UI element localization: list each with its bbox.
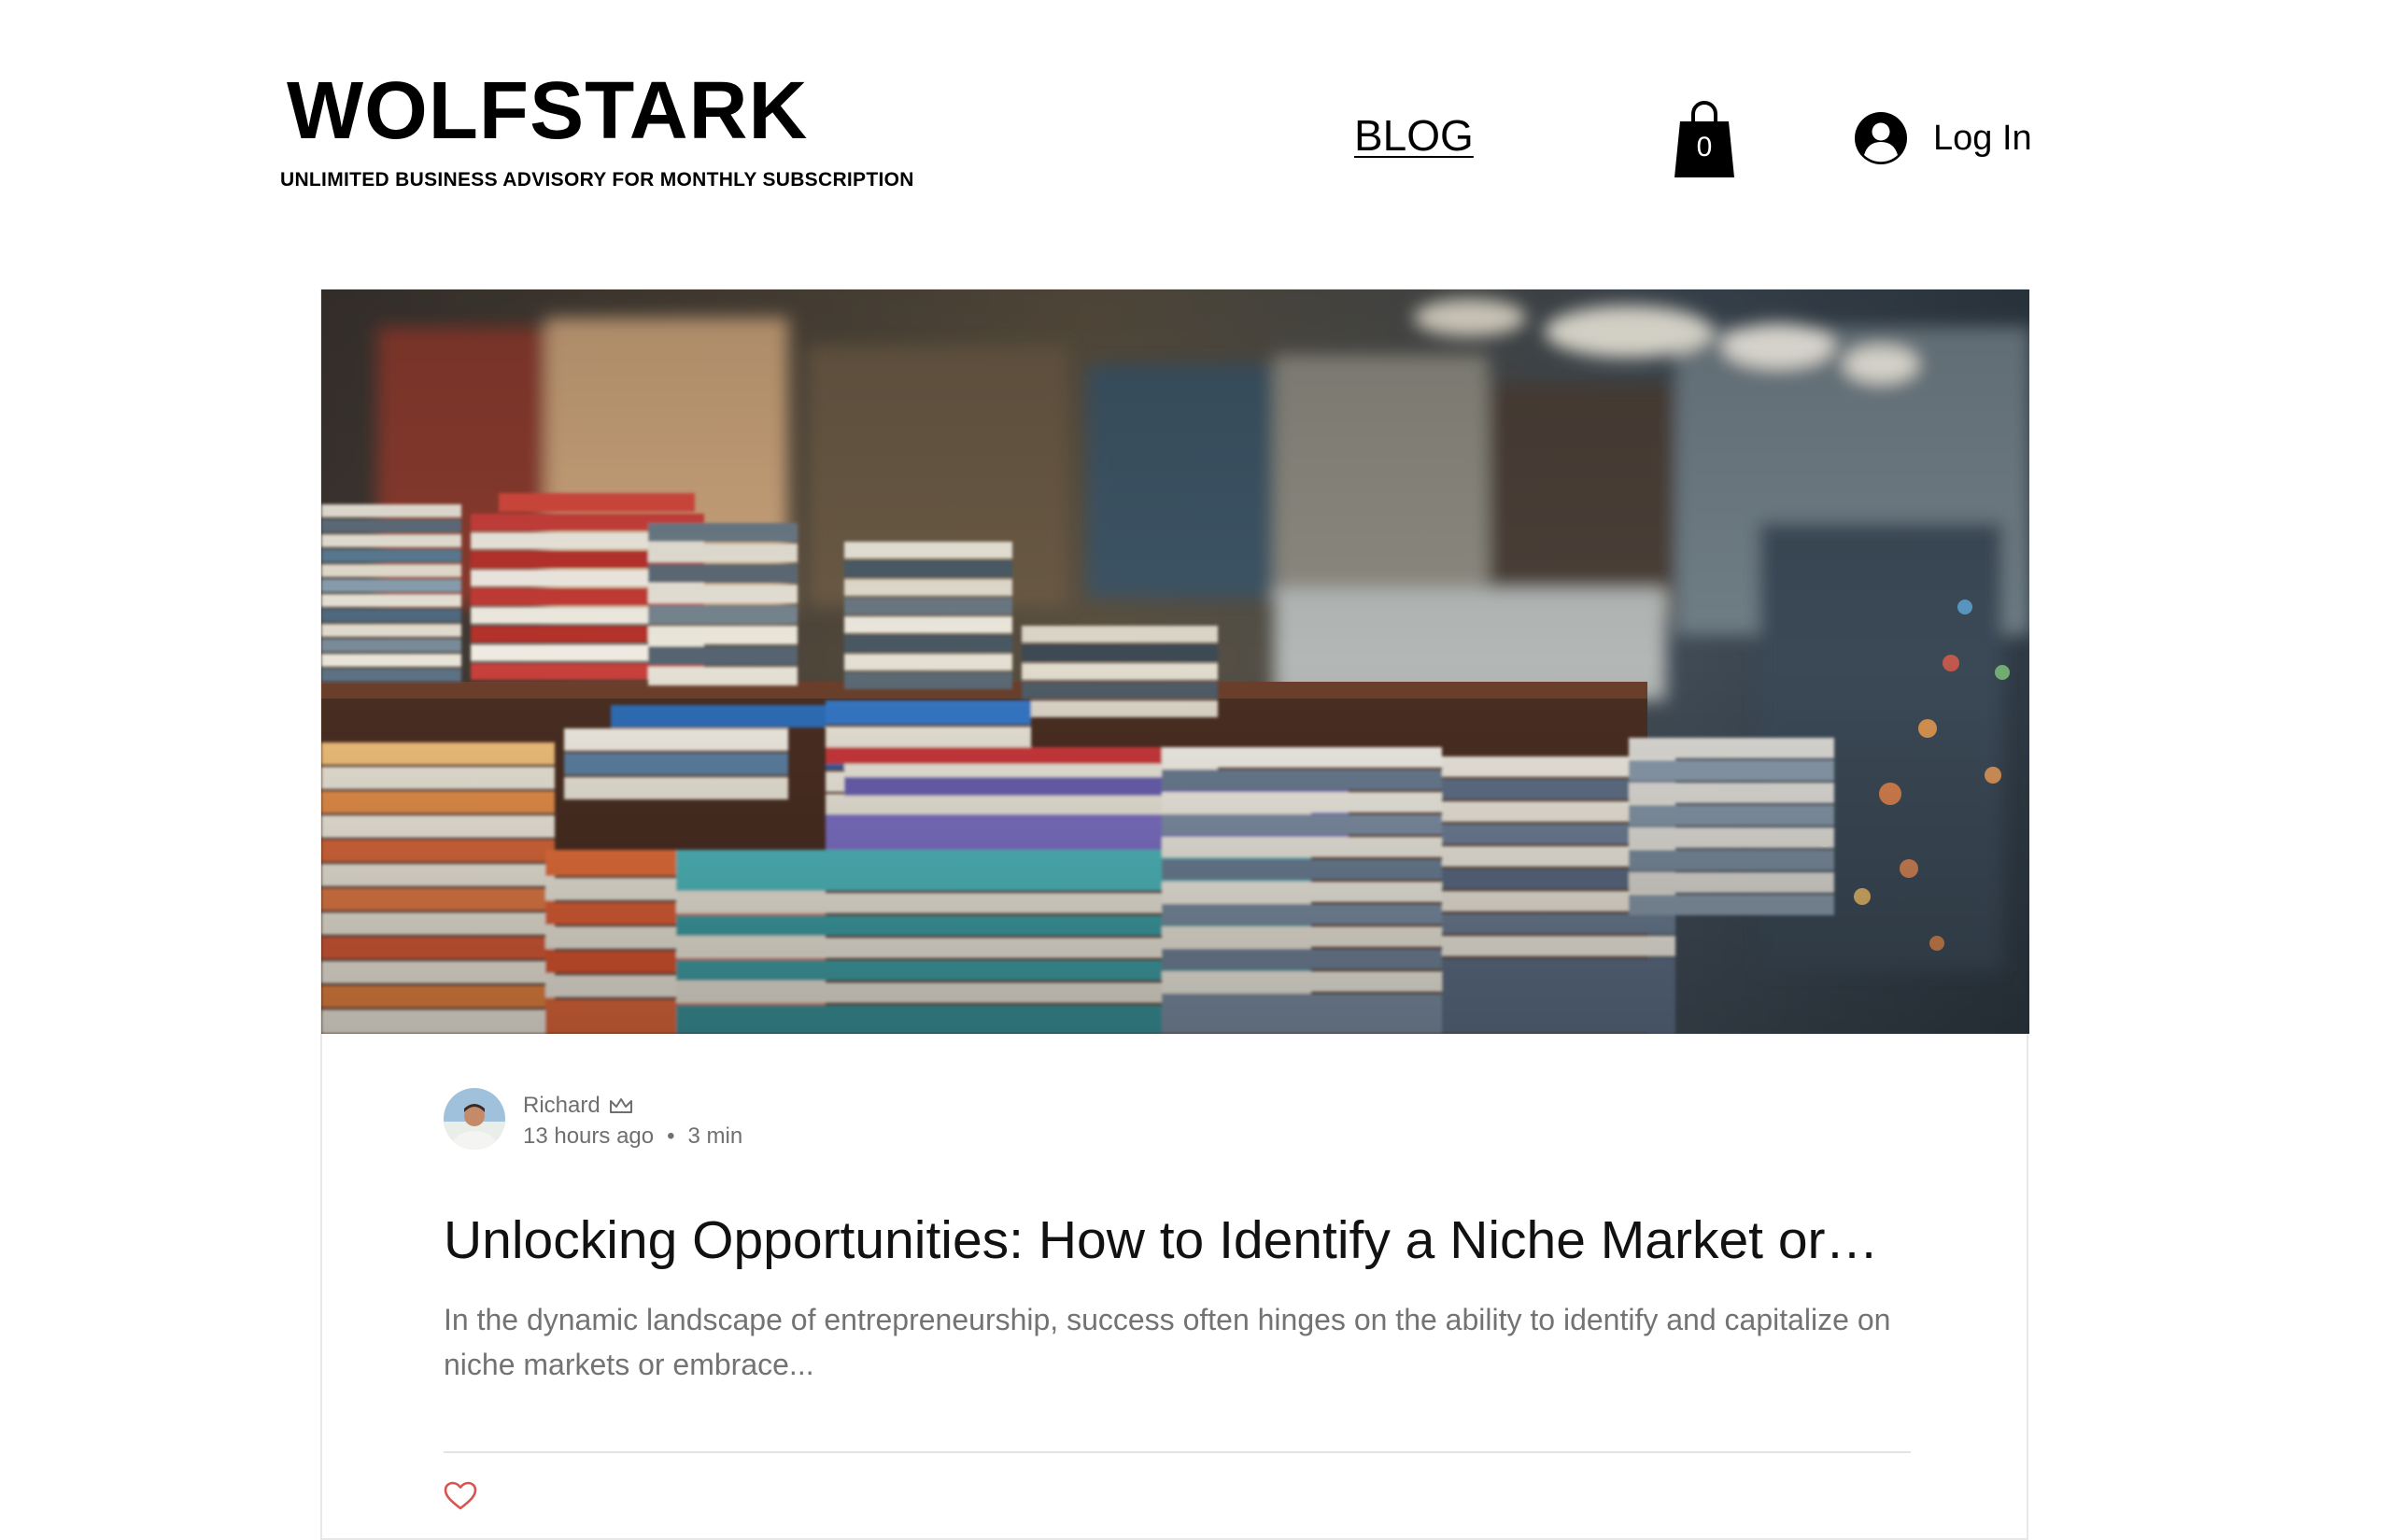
crown-icon: [609, 1098, 632, 1113]
post-read-time: 3 min: [687, 1123, 743, 1149]
post-excerpt[interactable]: In the dynamic landscape of entrepreneur…: [444, 1297, 1910, 1387]
author-line: Richard: [523, 1093, 634, 1119]
nav-link-blog[interactable]: BLOG: [1354, 114, 1474, 157]
login-label: Log In: [1933, 119, 2032, 158]
author-name[interactable]: Richard: [523, 1093, 600, 1119]
blog-post-card[interactable]: Richard 13 hours ago • 3 min Unlocking Opp…: [320, 289, 2029, 1540]
bookstore-books-photo: [321, 290, 2029, 1034]
user-avatar-icon: [1855, 112, 1907, 164]
post-title[interactable]: Unlocking Opportunities: How to Identify…: [444, 1210, 1919, 1272]
post-cover-image[interactable]: [321, 290, 2029, 1034]
author-avatar[interactable]: [444, 1088, 505, 1150]
meta-separator: •: [667, 1123, 675, 1149]
site-header: WOLFSTARK UNLIMITED BUSINESS ADVISORY FO…: [0, 0, 2402, 271]
login-button[interactable]: Log In: [1855, 107, 2032, 169]
post-date-line: 13 hours ago • 3 min: [523, 1123, 742, 1150]
brand-title[interactable]: WOLFSTARK: [287, 70, 808, 151]
cart-button[interactable]: 0: [1673, 99, 1736, 177]
author-photo: [444, 1088, 505, 1150]
post-divider: [444, 1451, 1911, 1453]
heart-icon[interactable]: [444, 1481, 477, 1511]
cart-count: 0: [1696, 132, 1713, 162]
post-published-time: 13 hours ago: [523, 1123, 655, 1149]
brand-tagline: UNLIMITED BUSINESS ADVISORY FOR MONTHLY …: [280, 169, 914, 191]
